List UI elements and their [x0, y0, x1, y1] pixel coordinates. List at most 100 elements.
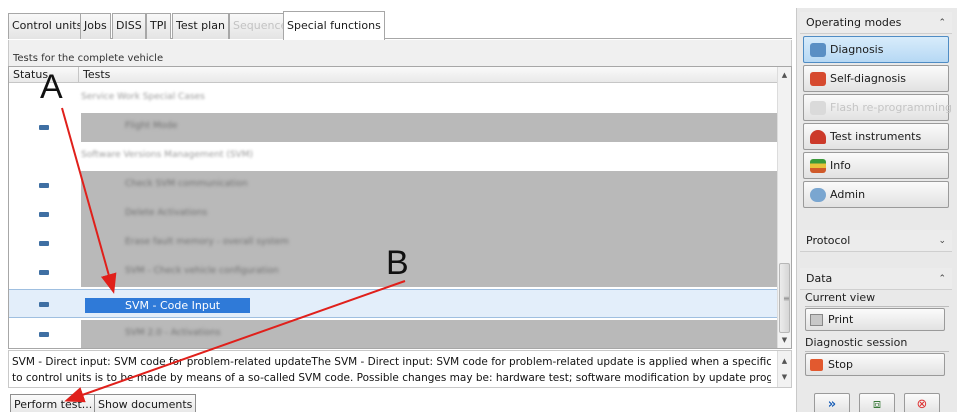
- protocol-title: Protocol: [806, 234, 851, 247]
- description-scrollbar[interactable]: ▲ ▼: [777, 351, 791, 387]
- right-panel: Operating modes ⌃ Diagnosis Self-diagnos…: [796, 8, 957, 412]
- mode-label: Info: [830, 159, 851, 172]
- grid-header: Status Tests: [9, 67, 779, 83]
- tab-diss[interactable]: DISS: [112, 13, 146, 39]
- test-group-label: Software Versions Management (SVM): [81, 142, 779, 171]
- layout-button[interactable]: ⧈: [859, 393, 895, 412]
- mode-label: Self-diagnosis: [830, 72, 907, 85]
- status-cell: [9, 113, 79, 142]
- table-row[interactable]: Check SVM communication: [9, 171, 779, 200]
- print-button[interactable]: Print: [805, 308, 945, 331]
- operating-modes-title: Operating modes: [806, 16, 902, 29]
- scroll-thumb[interactable]: ≡: [779, 263, 790, 333]
- mode-admin-button[interactable]: Admin: [803, 181, 949, 208]
- table-row[interactable]: Flight Mode: [9, 113, 779, 142]
- table-row[interactable]: Software Versions Management (SVM): [9, 142, 779, 171]
- mode-label: Test instruments: [830, 130, 922, 143]
- test-cell: SVM 2.0 - Activations: [81, 320, 779, 348]
- test-group-label: Service Work Special Cases: [81, 84, 779, 113]
- flash-icon: [810, 101, 826, 115]
- description-line-1: SVM - Direct input: SVM code for problem…: [12, 356, 771, 368]
- tab-tpi[interactable]: TPI: [146, 13, 171, 39]
- mode-self-diagnosis-button[interactable]: Self-diagnosis: [803, 65, 949, 92]
- show-documents-button[interactable]: Show documents: [94, 394, 197, 412]
- printer-icon: [810, 314, 823, 326]
- table-row[interactable]: Delete Activations: [9, 200, 779, 229]
- grip-icon: ≡: [783, 294, 790, 303]
- collapse-chevron-icon[interactable]: ⌃: [938, 268, 946, 290]
- status-indicator-icon: [39, 241, 49, 246]
- column-header-tests[interactable]: Tests: [83, 68, 110, 81]
- status-cell: [9, 258, 79, 287]
- status-cell: [9, 171, 79, 200]
- mode-test-instruments-button[interactable]: Test instruments: [803, 123, 949, 150]
- mode-info-button[interactable]: Info: [803, 152, 949, 179]
- tab-sequence: Sequence: [229, 13, 292, 39]
- test-name: SVM - Check vehicle configuration: [125, 266, 279, 276]
- tab-jobs[interactable]: Jobs: [80, 13, 111, 39]
- status-indicator-icon: [39, 270, 49, 275]
- tests-grid: Status Tests Service Work Special Cases …: [8, 66, 792, 349]
- table-row-selected[interactable]: SVM - Code Input: [9, 289, 779, 318]
- test-cell: Erase fault memory - overall system: [81, 229, 779, 258]
- gauge-icon: [810, 130, 826, 144]
- grid-scrollbar[interactable]: ▲ ≡ ▼: [777, 67, 791, 348]
- tab-control-units[interactable]: Control units: [8, 13, 87, 39]
- scroll-down-icon[interactable]: ▼: [778, 334, 791, 346]
- tab-test-plan[interactable]: Test plan: [172, 13, 229, 39]
- expand-chevron-icon[interactable]: ⌄: [938, 230, 946, 252]
- protocol-header[interactable]: Protocol ⌄: [800, 230, 952, 252]
- main-area: Control units Jobs DISS TPI Test plan Se…: [8, 8, 792, 412]
- status-cell: [9, 142, 79, 171]
- table-row[interactable]: SVM 2.0 - Activations: [9, 320, 779, 348]
- perform-test-button[interactable]: Perform test...: [10, 394, 97, 412]
- annotation-letter-b: B: [386, 244, 409, 282]
- status-cell: [9, 200, 79, 229]
- data-header[interactable]: Data ⌃: [800, 268, 952, 290]
- diagnostic-session-title: Diagnostic session: [805, 336, 949, 352]
- books-icon: [810, 159, 826, 173]
- collapse-chevron-icon[interactable]: ⌃: [938, 12, 946, 34]
- test-name: Check SVM communication: [125, 179, 248, 189]
- table-row[interactable]: Service Work Special Cases: [9, 84, 779, 113]
- tab-bar: Control units Jobs DISS TPI Test plan Se…: [8, 8, 792, 40]
- test-name: Delete Activations: [125, 208, 208, 218]
- scroll-up-icon[interactable]: ▲: [778, 69, 791, 81]
- tab-special-functions[interactable]: Special functions: [283, 11, 385, 40]
- test-cell: Check SVM communication: [81, 171, 779, 200]
- column-separator: [78, 67, 79, 83]
- mode-label: Diagnosis: [830, 43, 884, 56]
- scroll-up-icon[interactable]: ▲: [778, 353, 791, 369]
- test-cell: SVM - Code Input: [81, 290, 779, 317]
- status-indicator-icon: [39, 125, 49, 130]
- close-circle-icon: ⊗: [916, 397, 928, 412]
- self-diagnosis-icon: [810, 72, 826, 86]
- scroll-down-icon[interactable]: ▼: [778, 369, 791, 385]
- status-indicator-icon: [39, 332, 49, 337]
- operating-modes-header[interactable]: Operating modes ⌃: [800, 12, 952, 34]
- status-cell: [9, 229, 79, 258]
- mode-label: Admin: [830, 188, 866, 201]
- stop-button[interactable]: Stop: [805, 353, 945, 376]
- status-indicator-icon: [39, 183, 49, 188]
- test-cell: Delete Activations: [81, 200, 779, 229]
- test-name: Software Versions Management (SVM): [81, 150, 253, 160]
- mode-diagnosis-button[interactable]: Diagnosis: [803, 36, 949, 63]
- stethoscope-icon: [810, 43, 826, 57]
- test-name: SVM 2.0 - Activations: [125, 328, 221, 338]
- status-cell: [9, 290, 79, 317]
- data-title: Data: [806, 272, 833, 285]
- current-view-title: Current view: [805, 291, 949, 307]
- double-chevron-right-icon: »: [827, 397, 837, 412]
- mode-label: Flash re-programming: [830, 101, 953, 114]
- stop-label: Stop: [828, 358, 854, 371]
- forward-button[interactable]: »: [814, 393, 850, 412]
- status-indicator-icon: [39, 212, 49, 217]
- test-name: Service Work Special Cases: [81, 92, 205, 102]
- status-cell: [9, 320, 79, 348]
- layout-frame-icon: ⧈: [872, 397, 882, 412]
- test-name-selected: SVM - Code Input: [85, 298, 251, 313]
- test-description: SVM - Direct input: SVM code for problem…: [8, 350, 792, 388]
- exit-button[interactable]: ⊗: [904, 393, 940, 412]
- stop-icon: [810, 359, 823, 371]
